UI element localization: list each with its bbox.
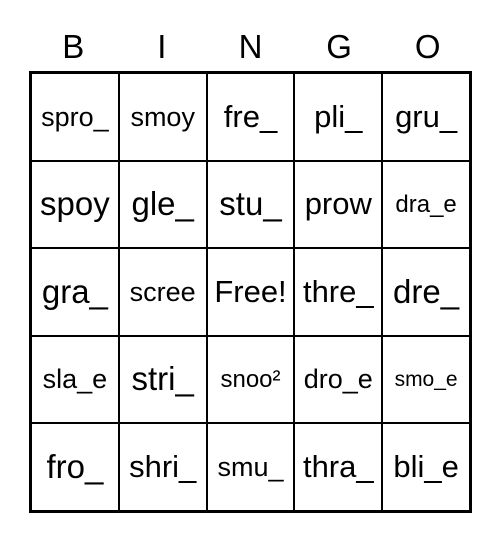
bingo-cell-n5[interactable]: smu_ xyxy=(207,424,296,510)
bingo-cell-label: shri_ xyxy=(129,448,197,484)
bingo-cell-i1[interactable]: smoy xyxy=(119,74,208,160)
bingo-cell-b3[interactable]: gra_ xyxy=(32,249,120,335)
bingo-header-letter-o: O xyxy=(414,27,441,65)
bingo-cell-label: dra_e xyxy=(395,190,457,218)
bingo-cell-label: fro_ xyxy=(46,447,104,485)
bingo-cell-label: bli_e xyxy=(393,448,459,484)
bingo-cell-label: sla_e xyxy=(42,364,108,395)
bingo-cell-n2[interactable]: stu_ xyxy=(207,161,296,248)
bingo-cell-label: dre_ xyxy=(393,272,460,310)
bingo-cell-n1[interactable]: fre_ xyxy=(207,74,296,160)
bingo-cell-o1[interactable]: gru_ xyxy=(383,74,469,160)
bingo-cell-b1[interactable]: spro_ xyxy=(32,74,120,160)
bingo-cell-label: spoy xyxy=(40,185,110,223)
bingo-header-letter-g: G xyxy=(326,27,352,65)
bingo-cell-label: dro_e xyxy=(303,364,373,395)
bingo-cell-o4[interactable]: smo_e xyxy=(383,336,469,423)
bingo-cell-n4[interactable]: snoo² xyxy=(207,336,296,423)
bingo-cell-label: fre_ xyxy=(223,98,278,134)
bingo-cell-label: gle_ xyxy=(131,185,194,223)
bingo-cell-label: spro_ xyxy=(41,101,109,132)
bingo-cell-label: smoy xyxy=(130,101,195,132)
bingo-cell-label: prow xyxy=(304,186,372,222)
bingo-cell-label: snoo² xyxy=(220,365,281,393)
bingo-cell-g4[interactable]: dro_e xyxy=(295,336,384,423)
bingo-cell-g3[interactable]: thre_ xyxy=(295,249,384,335)
bingo-header-letter-n: N xyxy=(238,27,263,65)
bingo-row: fro_ shri_ smu_ thra_ bli_e xyxy=(32,424,469,510)
bingo-cell-o2[interactable]: dra_e xyxy=(383,161,469,248)
bingo-cell-label: smu_ xyxy=(217,452,284,482)
bingo-cell-b2[interactable]: spoy xyxy=(32,161,120,248)
bingo-cell-g5[interactable]: thra_ xyxy=(295,424,384,510)
bingo-cell-label: smo_e xyxy=(394,367,458,391)
bingo-cell-label: Free! xyxy=(214,273,287,309)
bingo-cell-g2[interactable]: prow xyxy=(295,161,384,248)
bingo-row: spoy gle_ stu_ prow dra_e xyxy=(32,161,469,250)
bingo-cell-label: scree xyxy=(129,276,196,307)
bingo-header-letter-i: I xyxy=(157,27,167,65)
bingo-cell-g1[interactable]: pli_ xyxy=(295,74,384,160)
bingo-card: B I N G O spro_ smoy fre_ pli_ gru_ spoy… xyxy=(0,0,501,544)
bingo-cell-i3[interactable]: scree xyxy=(119,249,208,335)
bingo-cell-label: thra_ xyxy=(302,448,374,484)
bingo-cell-i2[interactable]: gle_ xyxy=(119,161,208,248)
bingo-cell-i4[interactable]: stri_ xyxy=(119,336,208,423)
bingo-cell-label: gru_ xyxy=(395,98,458,134)
bingo-header-row: B I N G O xyxy=(29,22,472,70)
bingo-cell-label: stu_ xyxy=(219,185,282,223)
bingo-cell-b4[interactable]: sla_e xyxy=(32,336,120,423)
bingo-row: spro_ smoy fre_ pli_ gru_ xyxy=(32,74,469,162)
bingo-cell-label: gra_ xyxy=(41,272,108,310)
bingo-cell-free-space[interactable]: Free! xyxy=(207,249,296,335)
bingo-cell-label: thre_ xyxy=(302,273,374,309)
bingo-cell-label: stri_ xyxy=(131,360,194,398)
bingo-cell-i5[interactable]: shri_ xyxy=(119,424,208,510)
bingo-cell-label: pli_ xyxy=(314,98,363,134)
bingo-grid: spro_ smoy fre_ pli_ gru_ spoy gle_ stu_… xyxy=(29,71,472,513)
bingo-cell-o3[interactable]: dre_ xyxy=(383,249,469,335)
bingo-row: sla_e stri_ snoo² dro_e smo_e xyxy=(32,336,469,425)
bingo-row: gra_ scree Free! thre_ dre_ xyxy=(32,249,469,337)
bingo-header-letter-b: B xyxy=(62,27,85,65)
bingo-cell-b5[interactable]: fro_ xyxy=(32,424,120,510)
bingo-cell-o5[interactable]: bli_e xyxy=(383,424,469,510)
